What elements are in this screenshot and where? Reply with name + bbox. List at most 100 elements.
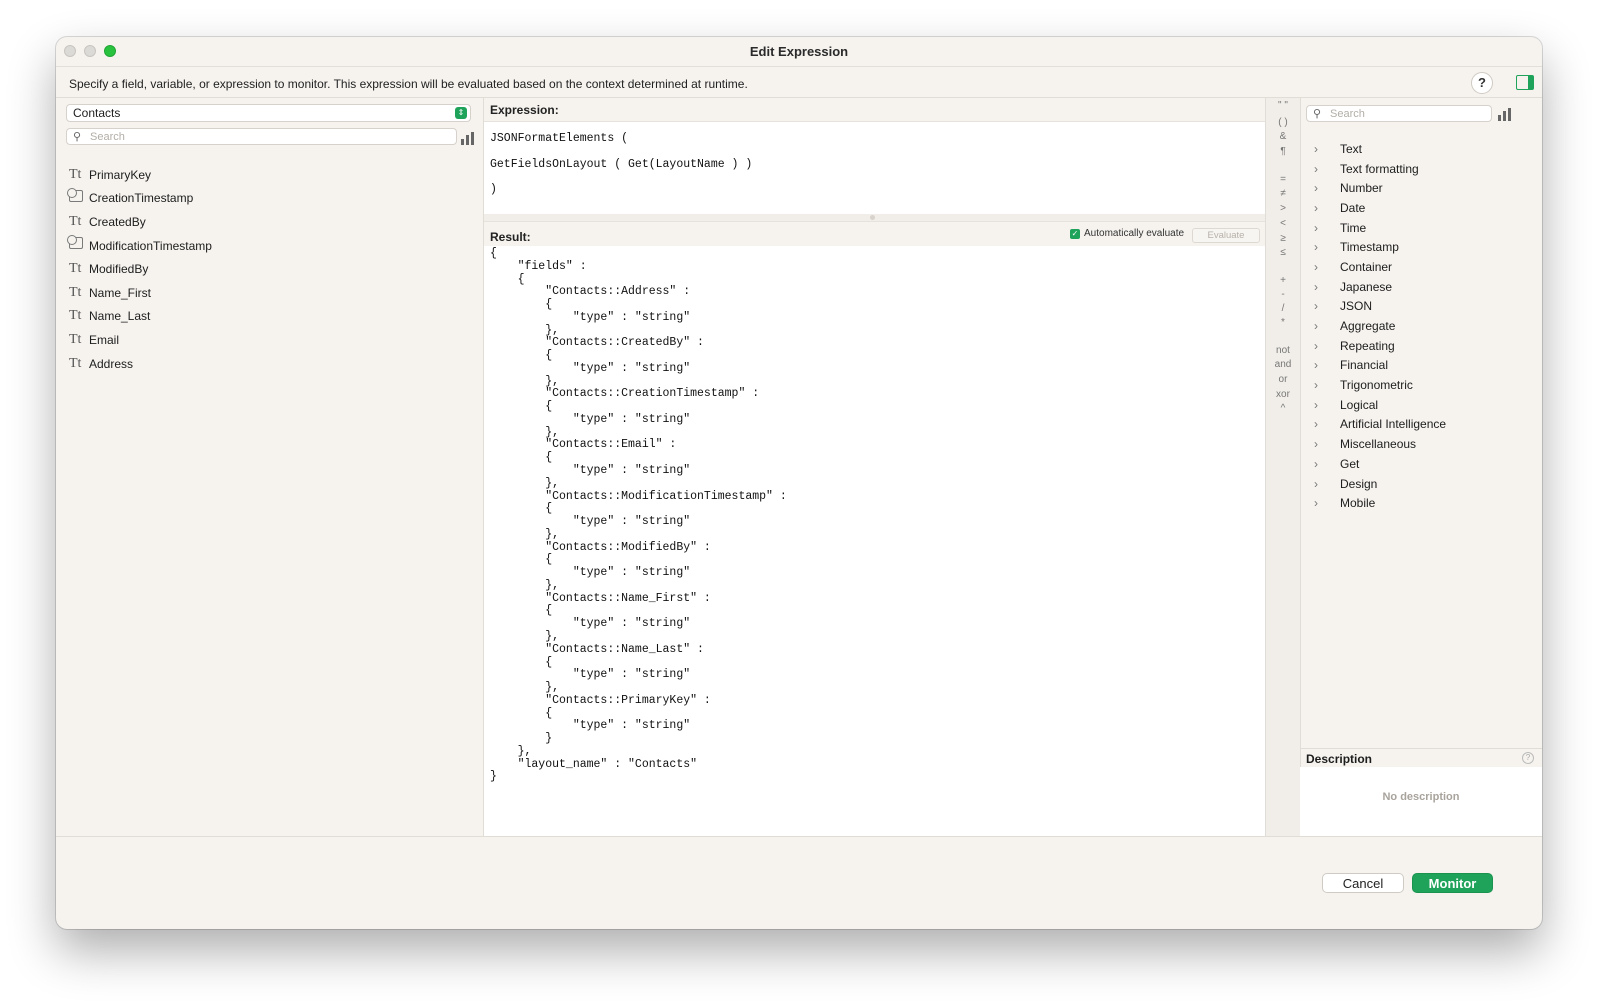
operator-or[interactable]: or xyxy=(1266,374,1300,386)
operator-minus[interactable]: - xyxy=(1266,289,1300,301)
operator-quotes[interactable]: " " xyxy=(1266,100,1300,112)
function-search-box[interactable]: ⚲ xyxy=(1306,105,1492,122)
field-list-item[interactable]: Tt PrimaryKey xyxy=(69,163,212,187)
auto-evaluate-checkbox[interactable]: ✓ Automatically evaluate xyxy=(1070,228,1184,239)
table-select[interactable]: Contacts ⇕ xyxy=(66,104,471,122)
field-list-item[interactable]: ModificationTimestamp xyxy=(67,234,212,258)
operator-not[interactable]: not xyxy=(1266,345,1300,357)
chevron-right-icon[interactable]: › xyxy=(1314,221,1340,235)
sidebar-toggle-icon[interactable] xyxy=(1516,75,1534,90)
evaluate-button[interactable]: Evaluate xyxy=(1192,228,1260,243)
function-category-label: Mobile xyxy=(1340,496,1376,511)
operator-ampersand[interactable]: & xyxy=(1266,131,1300,143)
function-category-item[interactable]: › Container xyxy=(1314,257,1446,277)
function-category-item[interactable]: › Timestamp xyxy=(1314,237,1446,257)
help-button[interactable]: ? xyxy=(1471,72,1493,94)
expression-input[interactable]: JSONFormatElements ( GetFieldsOnLayout (… xyxy=(484,121,1265,215)
function-category-item[interactable]: › Miscellaneous xyxy=(1314,434,1446,454)
operator-parens[interactable]: ( ) xyxy=(1266,117,1300,129)
function-category-item[interactable]: › Design xyxy=(1314,474,1446,494)
monitor-button[interactable]: Monitor xyxy=(1412,873,1493,893)
chevron-right-icon[interactable]: › xyxy=(1314,280,1340,294)
description-header: Description ? xyxy=(1300,748,1542,768)
operator-not-equal[interactable]: ≠ xyxy=(1266,188,1300,200)
chevron-right-icon[interactable]: › xyxy=(1314,299,1340,313)
function-category-item[interactable]: › Time xyxy=(1314,218,1446,238)
function-category-label: JSON xyxy=(1340,299,1373,314)
chevron-right-icon[interactable]: › xyxy=(1314,260,1340,274)
field-list-item[interactable]: Tt Address xyxy=(69,352,212,376)
cancel-button[interactable]: Cancel xyxy=(1322,873,1404,893)
function-category-label: Miscellaneous xyxy=(1340,437,1417,452)
operator-greater-equal[interactable]: ≥ xyxy=(1266,233,1300,245)
expression-label: Expression: xyxy=(490,103,559,117)
field-list-item[interactable]: Tt ModifiedBy xyxy=(69,257,212,281)
chevron-right-icon[interactable]: › xyxy=(1314,358,1340,372)
chevron-right-icon[interactable]: › xyxy=(1314,437,1340,451)
function-category-item[interactable]: › Number xyxy=(1314,178,1446,198)
chevron-right-icon[interactable]: › xyxy=(1314,319,1340,333)
title-bar: Edit Expression xyxy=(56,37,1542,67)
field-name: Name_First xyxy=(89,285,152,300)
function-category-item[interactable]: › JSON xyxy=(1314,297,1446,317)
function-category-item[interactable]: › Text formatting xyxy=(1314,159,1446,179)
operator-less[interactable]: < xyxy=(1266,218,1300,230)
operator-xor[interactable]: xor xyxy=(1266,389,1300,401)
text-field-icon: Tt xyxy=(69,213,82,229)
chevron-right-icon[interactable]: › xyxy=(1314,181,1340,195)
chevron-right-icon[interactable]: › xyxy=(1314,457,1340,471)
chevron-right-icon[interactable]: › xyxy=(1314,398,1340,412)
function-category-item[interactable]: › Trigonometric xyxy=(1314,375,1446,395)
operator-equal[interactable]: = xyxy=(1266,174,1300,186)
function-category-item[interactable]: › Get xyxy=(1314,454,1446,474)
operator-greater[interactable]: > xyxy=(1266,203,1300,215)
function-category-item[interactable]: › Repeating xyxy=(1314,336,1446,356)
function-category-label: Aggregate xyxy=(1340,319,1396,334)
function-category-item[interactable]: › Mobile xyxy=(1314,493,1446,513)
expression-text[interactable]: JSONFormatElements ( GetFieldsOnLayout (… xyxy=(490,126,752,203)
select-stepper-icon: ⇕ xyxy=(455,107,467,119)
function-list-options-icon[interactable] xyxy=(1498,108,1511,121)
chevron-right-icon[interactable]: › xyxy=(1314,477,1340,491)
chevron-right-icon[interactable]: › xyxy=(1314,339,1340,353)
chevron-right-icon[interactable]: › xyxy=(1314,417,1340,431)
function-search-input[interactable] xyxy=(1330,106,1488,121)
function-category-item[interactable]: › Date xyxy=(1314,198,1446,218)
field-list-item[interactable]: Tt Name_Last xyxy=(69,305,212,329)
window-title: Edit Expression xyxy=(749,44,849,59)
function-category-item[interactable]: › Japanese xyxy=(1314,277,1446,297)
field-search-input[interactable] xyxy=(90,129,450,144)
function-category-label: Design xyxy=(1340,476,1378,491)
chevron-right-icon[interactable]: › xyxy=(1314,201,1340,215)
function-category-item[interactable]: › Financial xyxy=(1314,356,1446,376)
chevron-right-icon[interactable]: › xyxy=(1314,378,1340,392)
field-search-box[interactable]: ⚲ xyxy=(66,128,457,145)
description-label: Description xyxy=(1306,752,1373,766)
function-category-item[interactable]: › Aggregate xyxy=(1314,316,1446,336)
operator-multiply[interactable]: * xyxy=(1266,317,1300,329)
auto-evaluate-label: Automatically evaluate xyxy=(1084,228,1185,239)
field-list-item[interactable]: Tt Email xyxy=(69,328,212,352)
description-help-icon[interactable]: ? xyxy=(1522,752,1534,764)
result-text: { "fields" : { "Contacts::Address" : { "… xyxy=(490,247,787,784)
chevron-right-icon[interactable]: › xyxy=(1314,240,1340,254)
operator-pilcrow[interactable]: ¶ xyxy=(1266,146,1300,158)
chevron-right-icon[interactable]: › xyxy=(1314,162,1340,176)
chevron-right-icon[interactable]: › xyxy=(1314,142,1340,156)
chevron-right-icon[interactable]: › xyxy=(1314,496,1340,510)
function-category-item[interactable]: › Artificial Intelligence xyxy=(1314,415,1446,435)
field-list-item[interactable]: Tt CreatedBy xyxy=(69,210,212,234)
operator-less-equal[interactable]: ≤ xyxy=(1266,247,1300,259)
operator-power[interactable]: ^ xyxy=(1266,403,1300,415)
function-category-item[interactable]: › Logical xyxy=(1314,395,1446,415)
function-category-label: Container xyxy=(1340,259,1393,274)
field-list-options-icon[interactable] xyxy=(461,132,474,145)
function-category-item[interactable]: › Text xyxy=(1314,139,1446,159)
field-list-item[interactable]: Tt Name_First xyxy=(69,281,212,305)
operator-divide[interactable]: / xyxy=(1266,303,1300,315)
operator-plus[interactable]: + xyxy=(1266,275,1300,287)
operator-and[interactable]: and xyxy=(1266,359,1300,371)
function-category-label: Time xyxy=(1340,220,1367,235)
pane-splitter[interactable] xyxy=(484,214,1265,222)
field-list-item[interactable]: CreationTimestamp xyxy=(67,187,212,211)
